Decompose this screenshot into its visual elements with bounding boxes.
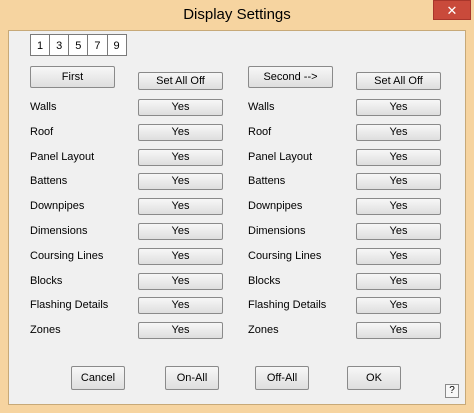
right-toggle-button[interactable]: Yes bbox=[356, 124, 441, 141]
row-label-right: Panel Layout bbox=[248, 151, 313, 163]
row-label-right: Downpipes bbox=[248, 200, 303, 212]
off-all-button[interactable]: Off-All bbox=[255, 366, 309, 390]
title-bar[interactable]: Display Settings ✕ bbox=[0, 0, 474, 30]
left-toggle-button[interactable]: Yes bbox=[138, 273, 223, 290]
left-toggle-button[interactable]: Yes bbox=[138, 198, 223, 215]
page-tabs: 1 3 5 7 9 bbox=[30, 34, 127, 56]
row-label-left: Panel Layout bbox=[30, 151, 95, 163]
right-toggle-button[interactable]: Yes bbox=[356, 99, 441, 116]
close-button[interactable]: ✕ bbox=[433, 0, 471, 20]
left-toggle-button[interactable]: Yes bbox=[138, 297, 223, 314]
tab-7[interactable]: 7 bbox=[87, 34, 107, 56]
left-toggle-button[interactable]: Yes bbox=[138, 248, 223, 265]
first-button[interactable]: First bbox=[30, 66, 115, 88]
row-label-right: Dimensions bbox=[248, 225, 306, 237]
row-label-left: Walls bbox=[30, 101, 57, 113]
help-icon[interactable]: ? bbox=[445, 384, 459, 398]
row-label-left: Battens bbox=[30, 175, 68, 187]
row-label-right: Blocks bbox=[248, 275, 281, 287]
row-label-left: Zones bbox=[30, 324, 61, 336]
row-label-left: Downpipes bbox=[30, 200, 85, 212]
right-toggle-button[interactable]: Yes bbox=[356, 173, 441, 190]
row-label-right: Coursing Lines bbox=[248, 250, 322, 262]
dialog-body: 1 3 5 7 9 First Set All Off Second --> S… bbox=[8, 30, 466, 405]
right-toggle-button[interactable]: Yes bbox=[356, 223, 441, 240]
right-toggle-button[interactable]: Yes bbox=[356, 297, 441, 314]
row-label-right: Roof bbox=[248, 126, 272, 138]
right-toggle-button[interactable]: Yes bbox=[356, 322, 441, 339]
left-toggle-button[interactable]: Yes bbox=[138, 124, 223, 141]
right-toggle-button[interactable]: Yes bbox=[356, 273, 441, 290]
left-toggle-button[interactable]: Yes bbox=[138, 223, 223, 240]
window-title: Display Settings bbox=[183, 6, 291, 23]
right-set-all-off-button[interactable]: Set All Off bbox=[356, 72, 441, 90]
cancel-button[interactable]: Cancel bbox=[71, 366, 125, 390]
second-button[interactable]: Second --> bbox=[248, 66, 333, 88]
left-toggle-button[interactable]: Yes bbox=[138, 173, 223, 190]
display-settings-window: Display Settings ✕ 1 3 5 7 9 First Set A… bbox=[0, 0, 474, 413]
right-toggle-button[interactable]: Yes bbox=[356, 248, 441, 265]
row-label-left: Blocks bbox=[30, 275, 63, 287]
row-label-right: Battens bbox=[248, 175, 286, 187]
row-label-left: Flashing Details bbox=[30, 299, 109, 311]
on-all-button[interactable]: On-All bbox=[165, 366, 219, 390]
row-label-left: Roof bbox=[30, 126, 54, 138]
tab-9[interactable]: 9 bbox=[106, 34, 127, 56]
tab-5[interactable]: 5 bbox=[68, 34, 88, 56]
tab-1[interactable]: 1 bbox=[30, 34, 50, 56]
left-toggle-button[interactable]: Yes bbox=[138, 322, 223, 339]
row-label-left: Dimensions bbox=[30, 225, 88, 237]
row-label-right: Flashing Details bbox=[248, 299, 327, 311]
row-label-right: Zones bbox=[248, 324, 279, 336]
ok-button[interactable]: OK bbox=[347, 366, 401, 390]
tab-3[interactable]: 3 bbox=[49, 34, 69, 56]
left-set-all-off-button[interactable]: Set All Off bbox=[138, 72, 223, 90]
left-toggle-button[interactable]: Yes bbox=[138, 99, 223, 116]
right-toggle-button[interactable]: Yes bbox=[356, 149, 441, 166]
left-toggle-button[interactable]: Yes bbox=[138, 149, 223, 166]
right-toggle-button[interactable]: Yes bbox=[356, 198, 441, 215]
row-label-left: Coursing Lines bbox=[30, 250, 104, 262]
row-label-right: Walls bbox=[248, 101, 275, 113]
